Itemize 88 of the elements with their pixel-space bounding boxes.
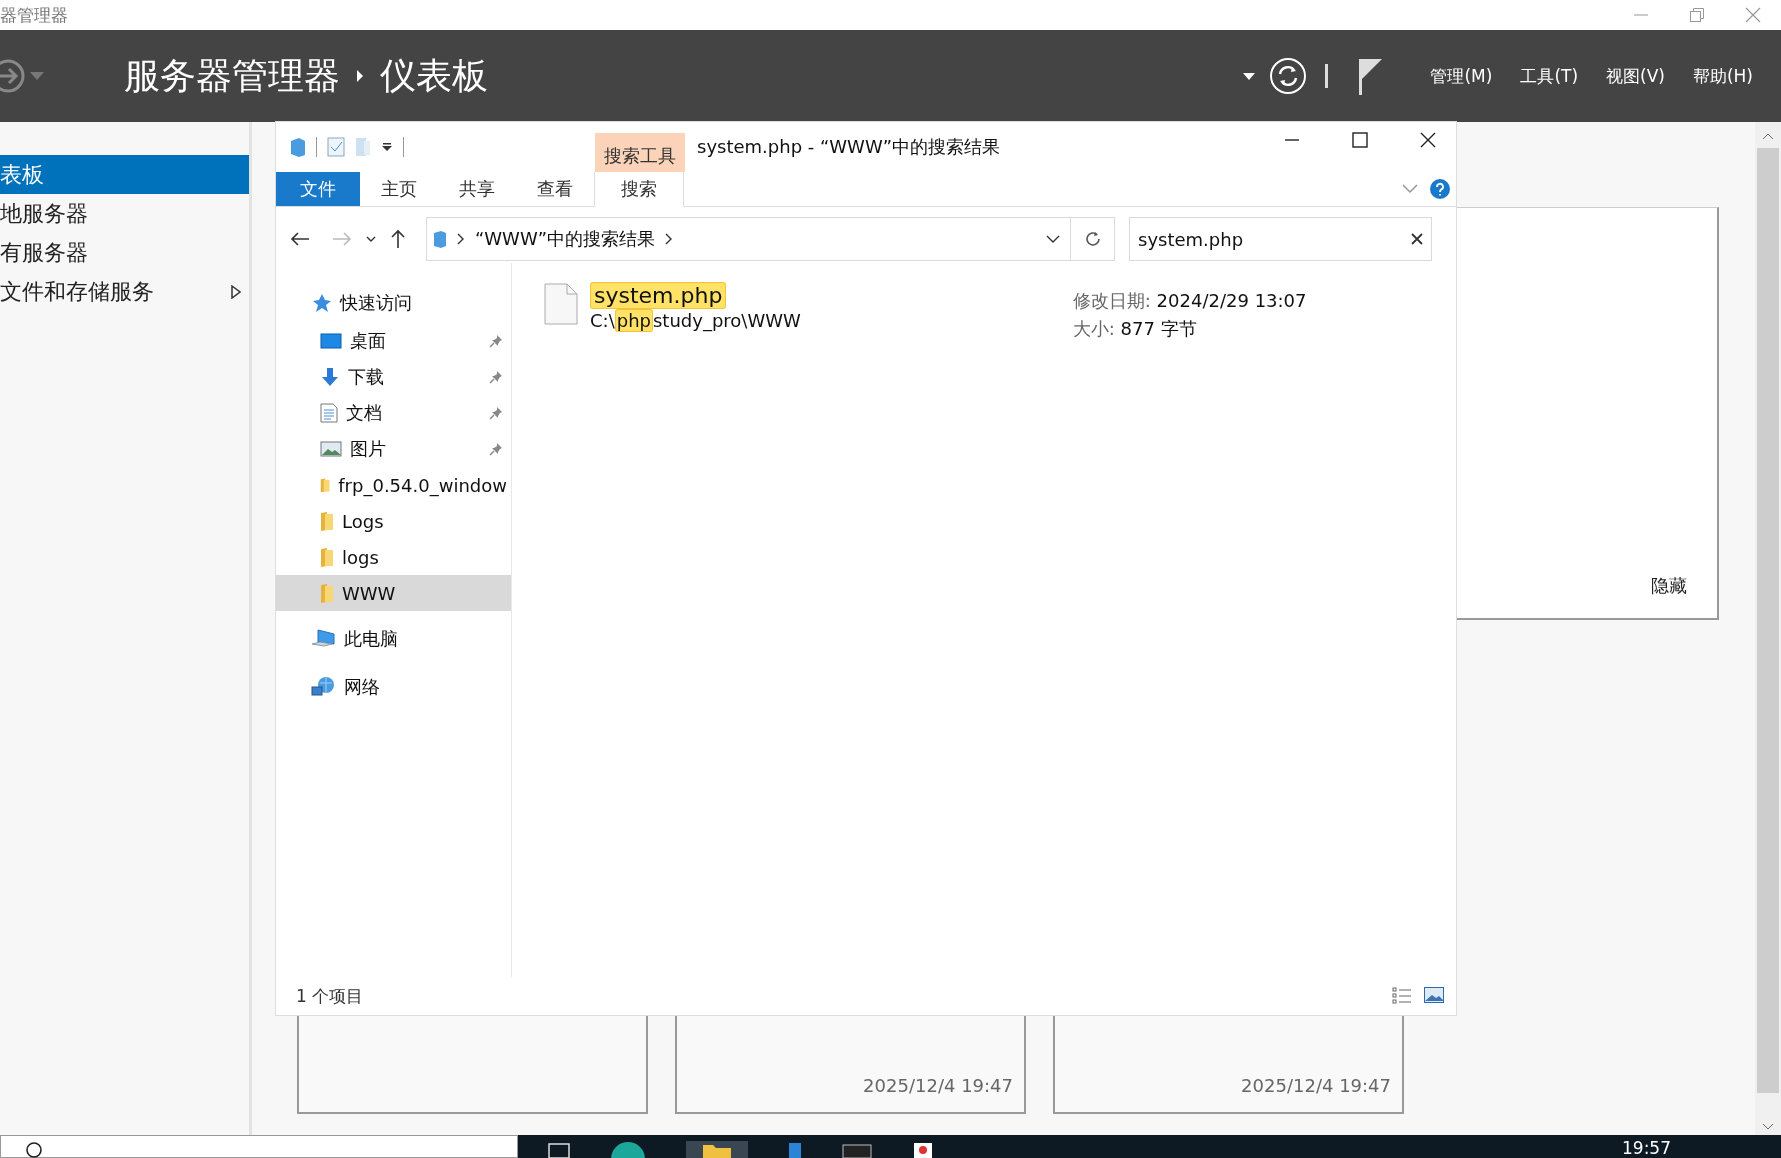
folder-icon [320, 583, 334, 603]
ribbon-tab[interactable]: 查看 [516, 172, 594, 206]
pin-icon[interactable] [489, 370, 503, 384]
refresh-button[interactable] [1269, 57, 1308, 95]
breadcrumb-item[interactable]: 仪表板 [380, 51, 488, 101]
details-view-icon[interactable] [1392, 987, 1412, 1005]
context-tab-label: 搜索工具 [595, 133, 685, 172]
maximize-button[interactable] [1352, 132, 1368, 148]
back-button[interactable] [290, 231, 310, 247]
clear-search-icon[interactable] [1411, 233, 1423, 245]
server-manager-icon[interactable] [788, 1141, 802, 1158]
file-size: 大小: 877 字节 [1072, 317, 1198, 341]
nav-item[interactable]: 快速访问 [276, 283, 511, 323]
desktop-icon [320, 333, 342, 349]
folder-icon [320, 511, 334, 531]
sidebar-item[interactable]: 文件和存储服务 [0, 272, 249, 311]
search-field[interactable]: system.php [1129, 217, 1432, 261]
search-icon[interactable] [25, 1141, 43, 1158]
breadcrumb-chevron-icon [665, 233, 674, 245]
hide-link[interactable]: 隐藏 [1651, 574, 1687, 598]
file-path: C:\php study_pro\WWW [590, 310, 801, 331]
history-dropdown-icon[interactable] [1046, 235, 1060, 243]
window-title: 器管理器 [0, 3, 68, 27]
ribbon-tab[interactable]: 搜索 [594, 172, 684, 207]
pin-icon[interactable] [489, 406, 503, 420]
scroll-down-icon[interactable] [1762, 1123, 1774, 1131]
separator-icon [1325, 64, 1329, 88]
tile-timestamp: 2025/12/4 19:47 [863, 1075, 1013, 1096]
ribbon-tab[interactable]: 共享 [438, 172, 516, 206]
pin-icon[interactable] [489, 334, 503, 348]
nav-item[interactable]: frp_0.54.0_window [276, 467, 511, 503]
ribbon-tab[interactable]: 主页 [360, 172, 438, 206]
recent-dropdown-icon[interactable] [366, 236, 376, 242]
ribbon-tab[interactable]: 文件 [276, 172, 360, 206]
nav-item[interactable]: 网络 [276, 667, 511, 707]
task-view-icon[interactable] [548, 1141, 570, 1158]
nav-item[interactable]: WWW [276, 575, 511, 611]
dropdown-icon[interactable] [381, 142, 393, 152]
tile-timestamp: 2025/12/4 19:47 [1241, 1075, 1391, 1096]
menu-item[interactable]: 视图(V) [1606, 64, 1665, 88]
nav-item[interactable]: 此电脑 [276, 619, 511, 659]
sidebar-item[interactable]: 有服务器 [0, 233, 249, 272]
breadcrumb-chevron-icon [457, 233, 465, 245]
file-name[interactable]: system.php [590, 282, 727, 309]
network-icon [310, 676, 336, 698]
expand-arrow-icon[interactable] [231, 284, 241, 299]
nav-item[interactable]: 图片 [276, 431, 511, 467]
nav-item[interactable]: Logs [276, 503, 511, 539]
location-icon [433, 230, 447, 248]
restore-button[interactable] [1689, 7, 1705, 23]
folder-icon [320, 547, 334, 567]
expand-ribbon-icon[interactable] [1402, 184, 1418, 194]
sidebar-item[interactable]: 地服务器 [0, 194, 249, 233]
refresh-button[interactable] [1083, 230, 1102, 248]
menu-item[interactable]: 管理(M) [1430, 64, 1493, 88]
terminal-icon[interactable] [842, 1141, 872, 1158]
scrollbar-thumb[interactable] [1757, 148, 1779, 1093]
menu-item[interactable]: 帮助(H) [1692, 64, 1753, 88]
address-bar[interactable]: “WWW”中的搜索结果 [426, 217, 1071, 261]
pictures-icon [320, 441, 342, 457]
breadcrumb-item[interactable]: 服务器管理器 [124, 51, 340, 101]
dropdown-icon[interactable] [1243, 72, 1256, 80]
scroll-up-icon[interactable] [1762, 132, 1774, 140]
folder-icon[interactable] [686, 1141, 748, 1158]
document-icon [320, 403, 338, 423]
status-text: 1 个项目 [296, 984, 364, 1008]
browser-icon[interactable] [610, 1141, 646, 1158]
modified-date: 修改日期: 2024/2/29 13:07 [1072, 289, 1307, 313]
download-icon [320, 367, 340, 387]
window-title: system.php - “WWW”中的搜索结果 [696, 135, 1001, 159]
breadcrumb-arrow-icon [356, 70, 364, 82]
preview-view-icon[interactable] [1424, 987, 1444, 1003]
nav-item[interactable]: logs [276, 539, 511, 575]
forward-button[interactable] [0, 58, 26, 94]
up-button[interactable] [390, 229, 406, 249]
computer-icon [310, 628, 336, 650]
pin-icon[interactable] [489, 442, 503, 456]
folder-icon [320, 475, 331, 495]
clock-time: 19:57 [1622, 1137, 1671, 1158]
menu-item[interactable]: 工具(T) [1520, 64, 1579, 88]
nav-item[interactable]: 桌面 [276, 323, 511, 359]
flag-icon[interactable] [1358, 57, 1383, 95]
close-button[interactable] [1420, 132, 1436, 148]
app-icon[interactable] [912, 1141, 934, 1158]
sidebar-item[interactable]: 表板 [0, 155, 249, 194]
nav-item[interactable]: 文档 [276, 395, 511, 431]
nav-item[interactable]: 下载 [276, 359, 511, 395]
help-icon[interactable] [1430, 179, 1450, 199]
